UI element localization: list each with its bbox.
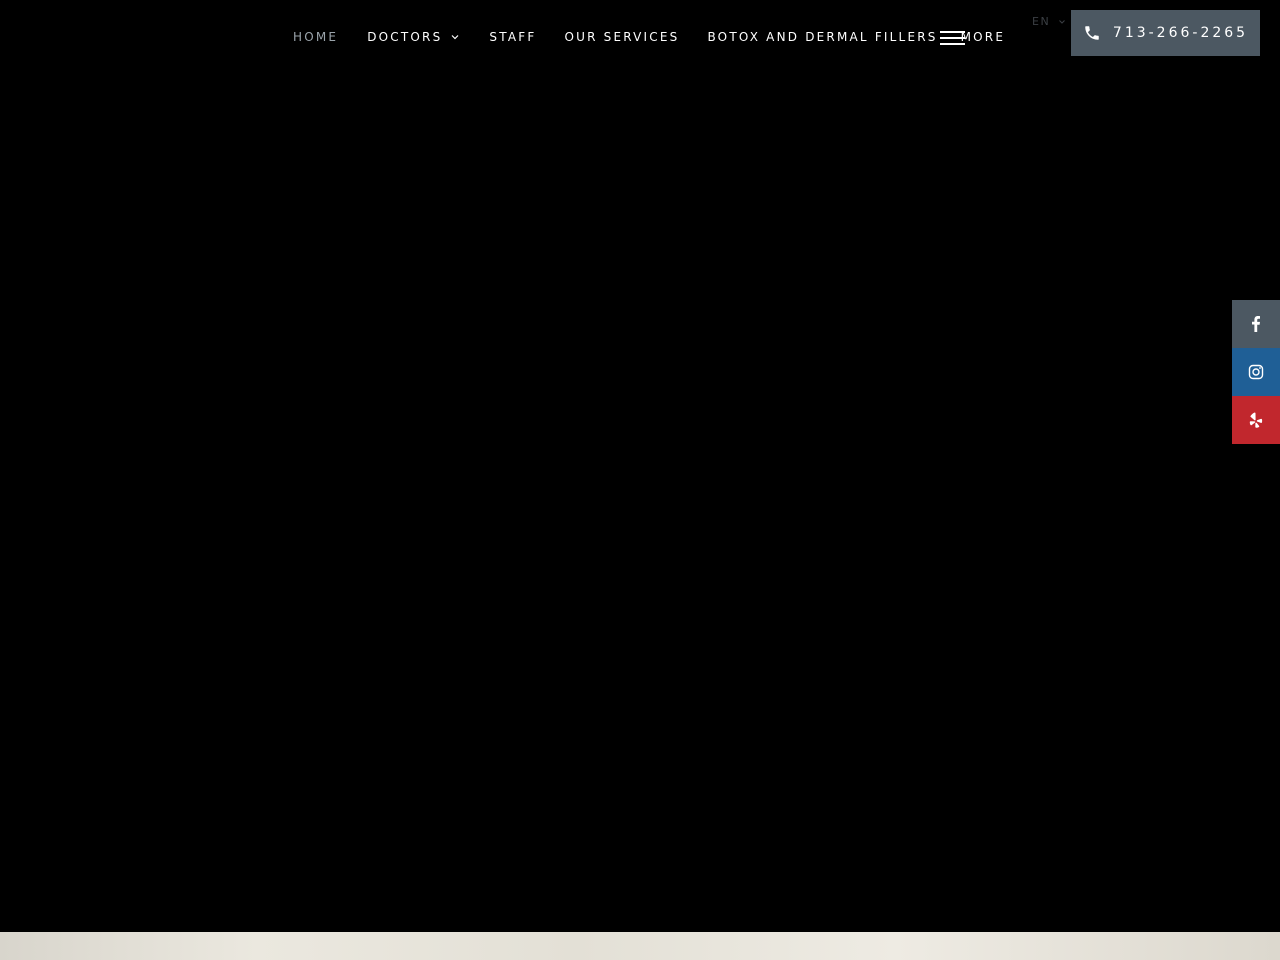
nav-home[interactable]: HOME <box>293 30 338 44</box>
nav-doctors[interactable]: DOCTORS <box>367 30 460 44</box>
nav-more-label: MORE <box>960 30 1006 44</box>
nav-staff[interactable]: STAFF <box>489 30 536 44</box>
nav-botox-fillers[interactable]: BOTOX AND DERMAL FILLERS <box>707 30 937 44</box>
chevron-down-icon <box>1059 19 1066 24</box>
chevron-down-icon <box>451 35 459 40</box>
nav-home-label: HOME <box>293 30 339 44</box>
phone-button[interactable]: 713-266-2265 <box>1071 10 1260 56</box>
language-selector[interactable]: EN <box>1032 15 1066 28</box>
nav-more[interactable]: MORE <box>961 30 1006 44</box>
hamburger-menu-icon[interactable] <box>940 31 965 45</box>
facebook-icon <box>1252 316 1260 332</box>
nav-staff-label: STAFF <box>489 30 537 44</box>
social-rail <box>1232 300 1280 444</box>
nav-botox-fillers-label: BOTOX AND DERMAL FILLERS <box>707 30 938 44</box>
hero-bottom-section <box>0 932 1280 960</box>
language-label: EN <box>1032 15 1051 28</box>
yelp-button[interactable] <box>1232 396 1280 444</box>
page: HOME DOCTORS STAFF OUR SERVICES BOTOX AN… <box>0 0 1280 960</box>
nav-our-services-label: OUR SERVICES <box>564 30 680 44</box>
nav-doctors-label: DOCTORS <box>367 30 443 44</box>
nav-our-services[interactable]: OUR SERVICES <box>564 30 679 44</box>
yelp-icon <box>1249 412 1263 428</box>
main-nav: HOME DOCTORS STAFF OUR SERVICES BOTOX AN… <box>293 27 1005 47</box>
facebook-button[interactable] <box>1232 300 1280 348</box>
instagram-button[interactable] <box>1232 348 1280 396</box>
phone-number: 713-266-2265 <box>1112 25 1249 41</box>
instagram-icon <box>1248 364 1264 380</box>
phone-icon <box>1085 26 1099 40</box>
